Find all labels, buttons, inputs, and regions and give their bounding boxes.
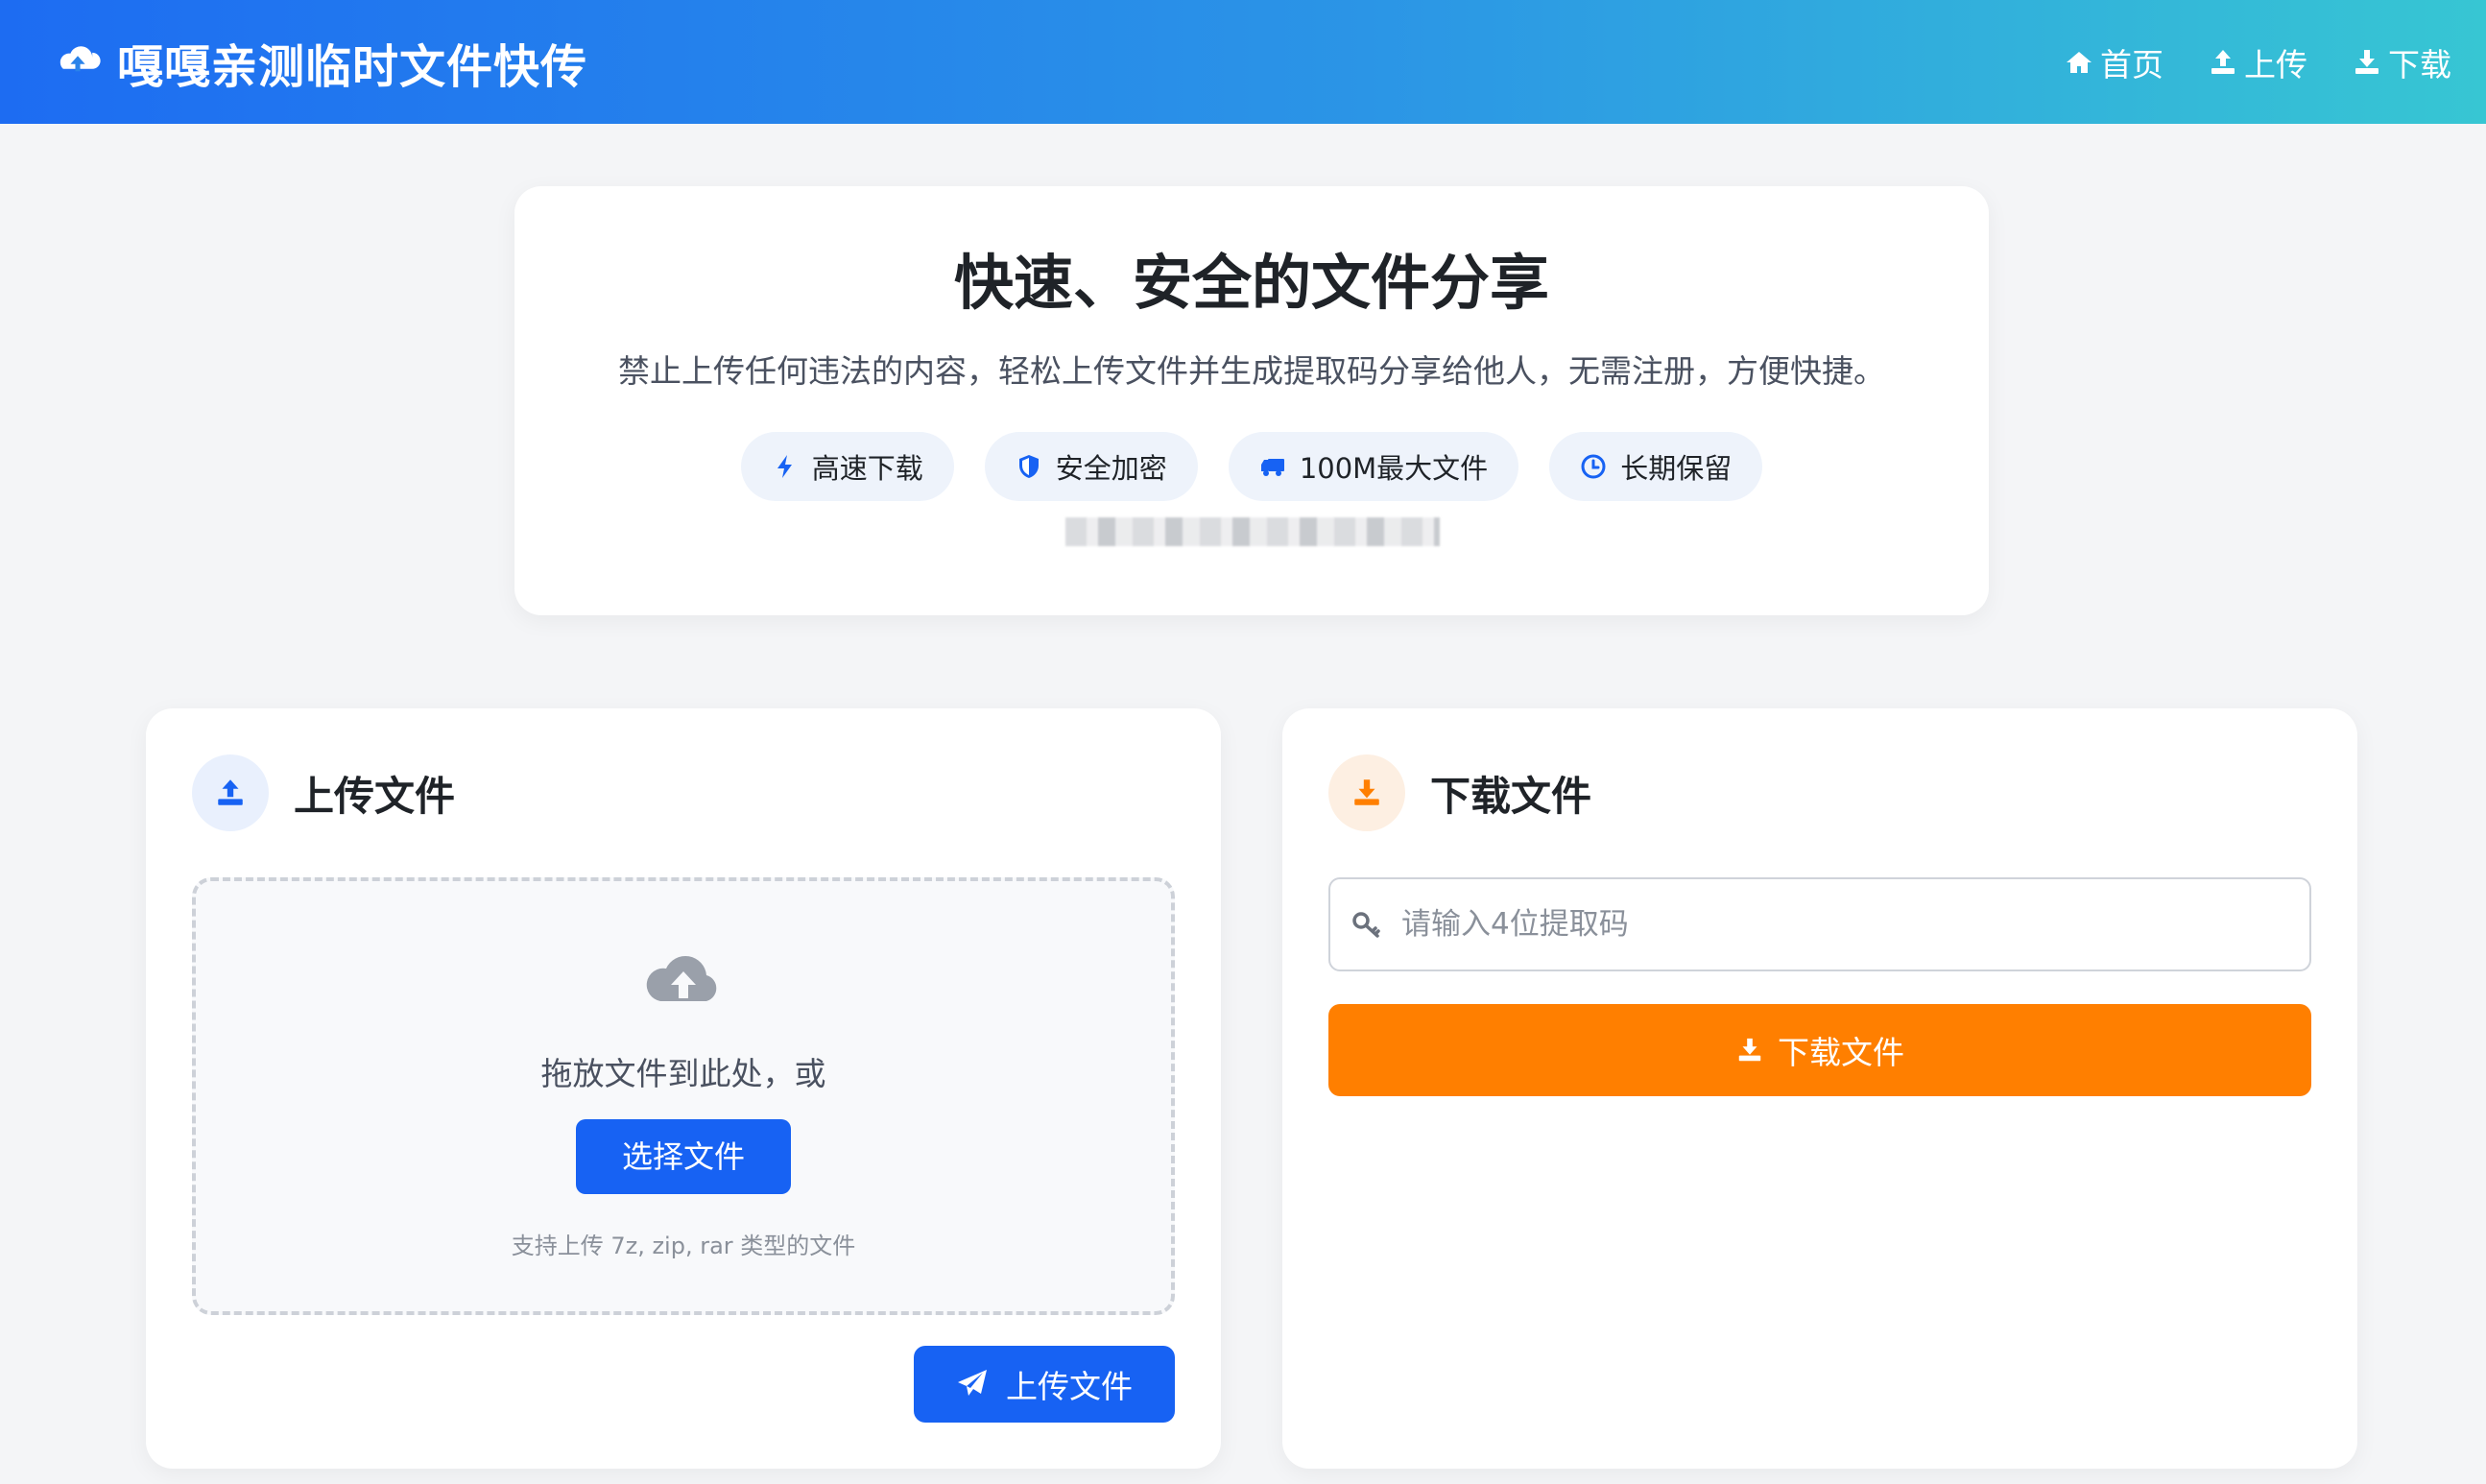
paper-plane-icon: [958, 1370, 987, 1396]
badge-label: 100M最大文件: [1299, 452, 1489, 486]
badge-label: 高速下载: [811, 452, 923, 486]
download-panel-header: 下载文件: [1328, 754, 1591, 831]
upload-icon: [218, 779, 243, 805]
badge-secure: 安全加密: [984, 432, 1198, 502]
upload-panel-title: 上传文件: [294, 772, 456, 820]
badge-max-size: 100M最大文件: [1228, 432, 1519, 502]
truck-icon: [1260, 459, 1284, 477]
upload-file-button[interactable]: 上传文件: [914, 1346, 1175, 1423]
brand[interactable]: 嘎嘎亲测临时文件快传: [52, 29, 587, 96]
bolt-icon: [777, 455, 792, 479]
feature-badges: 高速下载 安全加密 100M最大文件 长期保留: [514, 432, 1989, 502]
supported-types-text: 支持上传 7z, zip, rar 类型的文件: [511, 1233, 856, 1259]
drop-text: 拖放文件到此处，或: [540, 1055, 826, 1092]
nav-upload[interactable]: 上传: [2208, 39, 2307, 85]
clock-icon: [1581, 454, 1606, 479]
badge-fast-download: 高速下载: [740, 432, 954, 502]
shield-icon: [1018, 455, 1039, 479]
download-icon: [1738, 1038, 1761, 1062]
nav-download[interactable]: 下载: [2352, 39, 2451, 85]
badge-label: 长期保留: [1620, 452, 1733, 486]
key-icon: [1352, 912, 1380, 938]
site-title: 嘎嘎亲测临时文件快传: [117, 39, 588, 94]
upload-file-button-label: 上传文件: [1006, 1368, 1133, 1405]
redacted-address: [1065, 517, 1440, 546]
hero-title: 快速、安全的文件分享: [953, 248, 1549, 318]
download-file-button-label: 下载文件: [1778, 1034, 1904, 1071]
download-icon: [1354, 779, 1379, 805]
upload-icon: [2211, 49, 2235, 74]
cloud-upload-icon: [52, 36, 104, 88]
nav-home-label: 首页: [2100, 45, 2163, 84]
download-icon: [2355, 49, 2378, 74]
nav-home[interactable]: 首页: [2064, 39, 2163, 85]
choose-file-button[interactable]: 选择文件: [576, 1119, 791, 1194]
cloud-upload-icon: [643, 948, 724, 1012]
top-header: 嘎嘎亲测临时文件快传 首页 上传 下载: [0, 0, 2486, 124]
file-dropzone[interactable]: 拖放文件到此处，或 选择文件 支持上传 7z, zip, rar 类型的文件: [192, 877, 1175, 1315]
extract-code-field[interactable]: [1328, 877, 2311, 971]
hero-card: 快速、安全的文件分享 禁止上传任何违法的内容，轻松上传文件并生成提取码分享给他人…: [514, 186, 1989, 615]
upload-panel: 上传文件 拖放文件到此处，或 选择文件 支持上传 7z, zip, rar 类型…: [146, 708, 1221, 1469]
nav-upload-label: 上传: [2244, 45, 2307, 84]
top-nav: 首页 上传 下载: [2020, 39, 2451, 85]
download-file-button[interactable]: 下载文件: [1328, 1004, 2311, 1096]
upload-panel-header: 上传文件: [192, 754, 455, 831]
badge-long-retention: 长期保留: [1549, 432, 1763, 502]
hero-description: 禁止上传任何违法的内容，轻松上传文件并生成提取码分享给他人，无需注册，方便快捷。: [618, 352, 1885, 391]
extract-code-input[interactable]: [1399, 906, 2267, 943]
download-panel-icon: [1328, 754, 1405, 831]
badge-label: 安全加密: [1055, 452, 1167, 486]
home-icon: [2067, 51, 2092, 73]
download-panel-title: 下载文件: [1430, 772, 1592, 820]
download-panel: 下载文件 下载文件: [1282, 708, 2357, 1469]
nav-download-label: 下载: [2388, 45, 2451, 84]
upload-panel-icon: [192, 754, 269, 831]
